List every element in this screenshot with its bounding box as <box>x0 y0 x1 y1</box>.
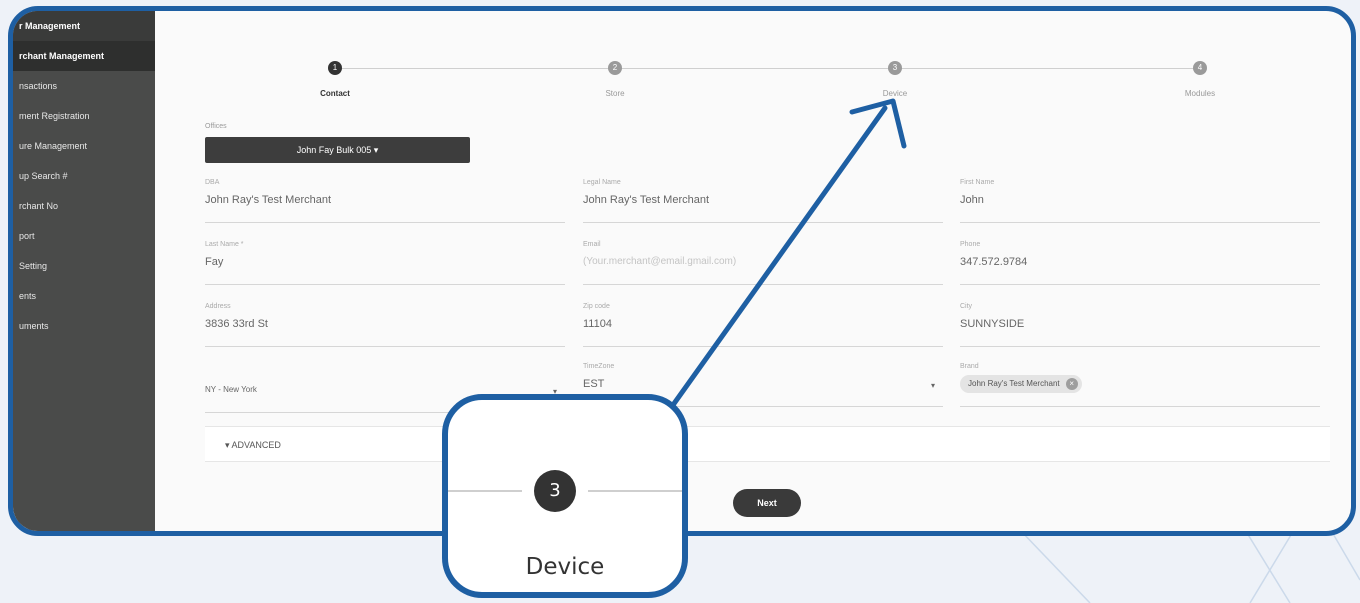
dba-value: John Ray's Test Merchant <box>205 194 332 206</box>
step-store[interactable]: 2 Store <box>555 61 675 98</box>
brand-chip[interactable]: John Ray's Test Merchant × <box>960 375 1082 393</box>
sidebar-item-agents[interactable]: ents <box>13 281 155 311</box>
step-modules[interactable]: 4 Modules <box>1140 61 1260 98</box>
first-name-label: First Name <box>960 179 995 186</box>
zoom-step-label: Device <box>525 554 605 580</box>
address-value: 3836 33rd St <box>205 318 268 330</box>
step-label: Device <box>882 89 908 98</box>
zipcode-field[interactable]: Zip code 11104 <box>583 303 943 347</box>
main-content: 1 Contact 2 Store 3 Device 4 Modules Off… <box>155 11 1351 531</box>
step-number: 2 <box>608 61 622 75</box>
first-name-value: John <box>960 194 984 206</box>
brand-label: Brand <box>960 363 979 370</box>
zoom-callout: 3 Device <box>442 394 688 598</box>
zipcode-value: 11104 <box>583 318 612 330</box>
brand-chip-label: John Ray's Test Merchant <box>968 379 1060 388</box>
close-icon[interactable]: × <box>1065 378 1078 390</box>
offices-select[interactable]: John Fay Bulk 005 ▾ <box>205 137 470 163</box>
email-field[interactable]: Email (Your.merchant@email.gmail.com) <box>583 241 943 285</box>
chevron-down-icon: ▾ <box>930 381 935 390</box>
zoom-step-number: 3 <box>534 470 576 512</box>
step-label: Contact <box>320 89 350 98</box>
last-name-field[interactable]: Last Name * Fay <box>205 241 565 285</box>
city-value: SUNNYSIDE <box>960 318 1025 330</box>
sidebar-item-documents[interactable]: uments <box>13 311 155 341</box>
step-label: Modules <box>1184 89 1216 98</box>
dba-label: DBA <box>205 179 220 186</box>
city-field[interactable]: City SUNNYSIDE <box>960 303 1320 347</box>
email-label: Email <box>583 241 601 248</box>
step-device[interactable]: 3 Device <box>835 61 955 98</box>
zipcode-label: Zip code <box>583 303 610 310</box>
step-contact[interactable]: 1 Contact <box>275 61 395 98</box>
sidebar-item-search[interactable]: up Search # <box>13 161 155 191</box>
stepper: 1 Contact 2 Store 3 Device 4 Modules <box>320 59 1215 103</box>
advanced-label: ADVANCED <box>231 440 281 450</box>
timezone-label: TimeZone <box>583 363 615 370</box>
step-number: 1 <box>328 61 342 75</box>
sidebar: r Management rchant Management nsactions… <box>13 11 155 531</box>
brand-field[interactable]: Brand John Ray's Test Merchant × <box>960 363 1320 407</box>
step-number: 4 <box>1193 61 1207 75</box>
state-value: NY - New York <box>205 385 257 394</box>
zoom-step-connector <box>448 490 522 492</box>
city-label: City <box>960 303 973 310</box>
sidebar-item-transactions[interactable]: nsactions <box>13 71 155 101</box>
sidebar-item-merchant-no[interactable]: rchant No <box>13 191 155 221</box>
sidebar-item-management[interactable]: ure Management <box>13 131 155 161</box>
phone-field[interactable]: Phone 347.572.9784 <box>960 241 1320 285</box>
sidebar-item-merchant-management[interactable]: rchant Management <box>13 41 155 71</box>
advanced-expander[interactable]: ▾ ADVANCED <box>205 426 1330 462</box>
legal-name-field[interactable]: Legal Name John Ray's Test Merchant <box>583 179 943 223</box>
next-button[interactable]: Next <box>733 489 801 517</box>
phone-value: 347.572.9784 <box>960 256 1028 268</box>
last-name-label: Last Name * <box>205 241 244 248</box>
timezone-value: EST <box>583 378 605 390</box>
email-placeholder: (Your.merchant@email.gmail.com) <box>583 256 737 267</box>
offices-label: Offices <box>205 123 227 130</box>
sidebar-item-report[interactable]: port <box>13 221 155 251</box>
legal-name-value: John Ray's Test Merchant <box>583 194 710 206</box>
legal-name-label: Legal Name <box>583 179 621 186</box>
dba-field[interactable]: DBA John Ray's Test Merchant <box>205 179 565 223</box>
address-field[interactable]: Address 3836 33rd St <box>205 303 565 347</box>
step-label: Store <box>605 89 625 98</box>
sidebar-header: r Management <box>13 11 155 41</box>
sidebar-item-setting[interactable]: Setting <box>13 251 155 281</box>
step-number: 3 <box>888 61 902 75</box>
last-name-value: Fay <box>205 256 224 268</box>
address-label: Address <box>205 303 231 310</box>
phone-label: Phone <box>960 241 981 248</box>
zoom-step-connector <box>588 490 682 492</box>
first-name-field[interactable]: First Name John <box>960 179 1320 223</box>
sidebar-item-registration[interactable]: ment Registration <box>13 101 155 131</box>
